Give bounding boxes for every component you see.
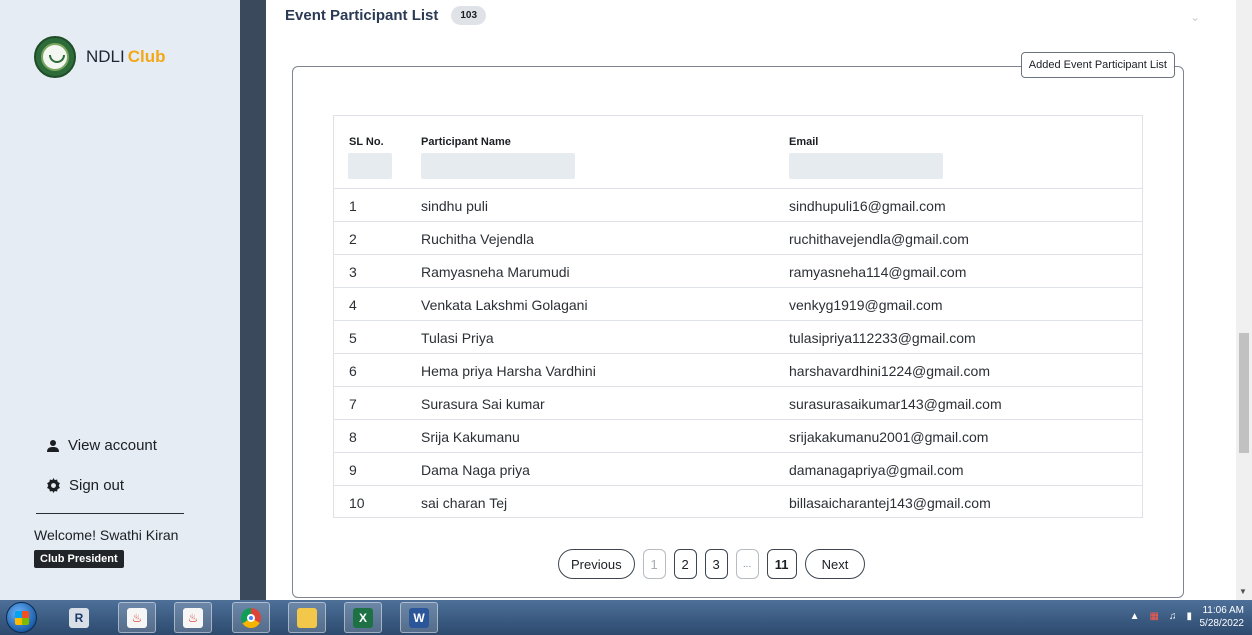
welcome-text: Welcome! Swathi Kiran — [34, 527, 179, 543]
next-button[interactable]: Next — [804, 549, 866, 579]
sidebar: NDLI Club View account Sign out Welcome! … — [0, 0, 240, 600]
row-name: Tulasi Priya — [421, 330, 494, 346]
java-app-2-icon[interactable]: ♨ — [174, 602, 212, 633]
table-row[interactable]: 2 Ruchitha Vejendla ruchithavejendla@gma… — [334, 222, 1142, 255]
name-filter-input[interactable] — [421, 153, 575, 179]
java-app-icon[interactable]: ♨ — [118, 602, 156, 633]
row-email: damanagapriya@gmail.com — [789, 462, 964, 478]
row-email: srijakakumanu2001@gmail.com — [789, 429, 989, 445]
row-sl: 7 — [349, 396, 357, 412]
scrollbar-thumb[interactable] — [1239, 333, 1249, 453]
row-email: surasurasaikumar143@gmail.com — [789, 396, 1002, 412]
column-header-email[interactable]: Email — [789, 136, 818, 148]
email-filter-input[interactable] — [789, 153, 943, 179]
table-row[interactable]: 4 Venkata Lakshmi Golagani venkyg1919@gm… — [334, 288, 1142, 321]
row-name: Dama Naga priya — [421, 462, 530, 478]
row-name: Ramyasneha Marumudi — [421, 264, 570, 280]
table-row[interactable]: 5 Tulasi Priya tulasipriya112233@gmail.c… — [334, 321, 1142, 354]
scroll-down-arrow-icon[interactable]: ▼ — [1239, 587, 1247, 596]
word-icon[interactable]: W — [400, 602, 438, 633]
excel-icon[interactable]: X — [344, 602, 382, 633]
battery-icon[interactable]: ▮ — [1186, 611, 1192, 622]
system-tray: ▲ ▦ ♫ ▮ — [1120, 611, 1192, 622]
sign-out-label: Sign out — [69, 477, 125, 494]
row-sl: 1 — [349, 198, 357, 214]
participant-table: SL No. Participant Name Email 1 sindhu p… — [333, 115, 1143, 518]
chrome-icon[interactable] — [232, 602, 270, 633]
table-row[interactable]: 1 sindhu puli sindhupuli16@gmail.com — [334, 189, 1142, 222]
taskbar-clock[interactable]: 11:06 AM 5/28/2022 — [1200, 604, 1245, 630]
table-row[interactable]: 10 sai charan Tej billasaicharantej143@g… — [334, 486, 1142, 519]
page-11-button[interactable]: 11 — [766, 549, 797, 579]
row-name: Surasura Sai kumar — [421, 396, 545, 412]
start-button-icon[interactable] — [6, 602, 37, 633]
brand-logo[interactable]: NDLI Club — [34, 36, 166, 78]
previous-button[interactable]: Previous — [558, 549, 635, 579]
row-sl: 6 — [349, 363, 357, 379]
sidebar-divider — [36, 513, 184, 514]
view-account-label: View account — [68, 437, 157, 454]
table-row[interactable]: 6 Hema priya Harsha Vardhini harshavardh… — [334, 354, 1142, 387]
row-name: Hema priya Harsha Vardhini — [421, 363, 596, 379]
row-sl: 10 — [349, 495, 365, 511]
table-row[interactable]: 8 Srija Kakumanu srijakakumanu2001@gmail… — [334, 420, 1142, 453]
row-sl: 3 — [349, 264, 357, 280]
column-header-sl[interactable]: SL No. — [349, 136, 384, 148]
row-sl: 2 — [349, 231, 357, 247]
row-email: ruchithavejendla@gmail.com — [789, 231, 969, 247]
taskbar: R ♨ ♨ X W ▲ ▦ ♫ ▮ 11:06 AM 5/28/2022 — [0, 600, 1252, 635]
row-name: Ruchitha Vejendla — [421, 231, 534, 247]
row-sl: 8 — [349, 429, 357, 445]
page-3-button[interactable]: 3 — [704, 549, 728, 579]
network-icon[interactable]: ▦ — [1150, 611, 1159, 622]
sidebar-edge — [240, 0, 266, 600]
ndli-logo-icon — [34, 36, 76, 78]
row-name: Srija Kakumanu — [421, 429, 520, 445]
volume-icon[interactable]: ♫ — [1169, 611, 1177, 622]
role-badge: Club President — [34, 550, 124, 568]
page-scrollbar[interactable]: ▼ — [1236, 0, 1252, 600]
user-icon — [47, 439, 59, 452]
brand-accent-text: Club — [127, 47, 166, 66]
section-header[interactable]: Event Participant List 103 — [285, 6, 487, 25]
row-email: ramyasneha114@gmail.com — [789, 264, 967, 280]
page-2-button[interactable]: 2 — [673, 549, 697, 579]
table-row[interactable]: 9 Dama Naga priya damanagapriya@gmail.co… — [334, 453, 1142, 486]
participant-count-badge: 103 — [451, 6, 487, 25]
participant-panel: Added Event Participant List SL No. Part… — [292, 52, 1184, 598]
row-sl: 9 — [349, 462, 357, 478]
page-1-button[interactable]: 1 — [642, 549, 666, 579]
view-account-link[interactable]: View account — [46, 437, 157, 454]
column-header-name[interactable]: Participant Name — [421, 136, 511, 148]
sign-out-link[interactable]: Sign out — [46, 477, 124, 494]
pagination: Previous 1 2 3 ... 11 Next — [558, 549, 873, 579]
clock-time: 11:06 AM — [1202, 605, 1244, 616]
chevron-down-icon[interactable]: ⌄ — [1190, 10, 1200, 24]
page-ellipsis: ... — [735, 549, 759, 579]
row-name: Venkata Lakshmi Golagani — [421, 297, 588, 313]
show-hidden-icons-icon[interactable]: ▲ — [1130, 611, 1140, 622]
row-email: sindhupuli16@gmail.com — [789, 198, 946, 214]
row-name: sai charan Tej — [421, 495, 508, 511]
row-email: venkyg1919@gmail.com — [789, 297, 943, 313]
row-email: billasaicharantej143@gmail.com — [789, 495, 991, 511]
table-row[interactable]: 7 Surasura Sai kumar surasurasaikumar143… — [334, 387, 1142, 420]
row-sl: 4 — [349, 297, 357, 313]
gear-icon — [47, 478, 60, 493]
page-title: Event Participant List — [285, 7, 439, 24]
main-content: Event Participant List 103 ⌄ Added Event… — [266, 0, 1236, 600]
row-name: sindhu puli — [421, 198, 488, 214]
brand-name: NDLI Club — [86, 47, 166, 67]
row-email: tulasipriya112233@gmail.com — [789, 330, 976, 346]
r-app-icon[interactable]: R — [60, 602, 98, 633]
file-explorer-icon[interactable] — [288, 602, 326, 633]
brand-text: NDLI — [86, 47, 125, 66]
sl-filter-input[interactable] — [348, 153, 392, 179]
panel-legend: Added Event Participant List — [1020, 52, 1175, 78]
row-email: harshavardhini1224@gmail.com — [789, 363, 990, 379]
clock-date: 5/28/2022 — [1199, 618, 1245, 629]
table-header: SL No. Participant Name Email — [334, 116, 1142, 189]
row-sl: 5 — [349, 330, 357, 346]
table-row[interactable]: 3 Ramyasneha Marumudi ramyasneha114@gmai… — [334, 255, 1142, 288]
